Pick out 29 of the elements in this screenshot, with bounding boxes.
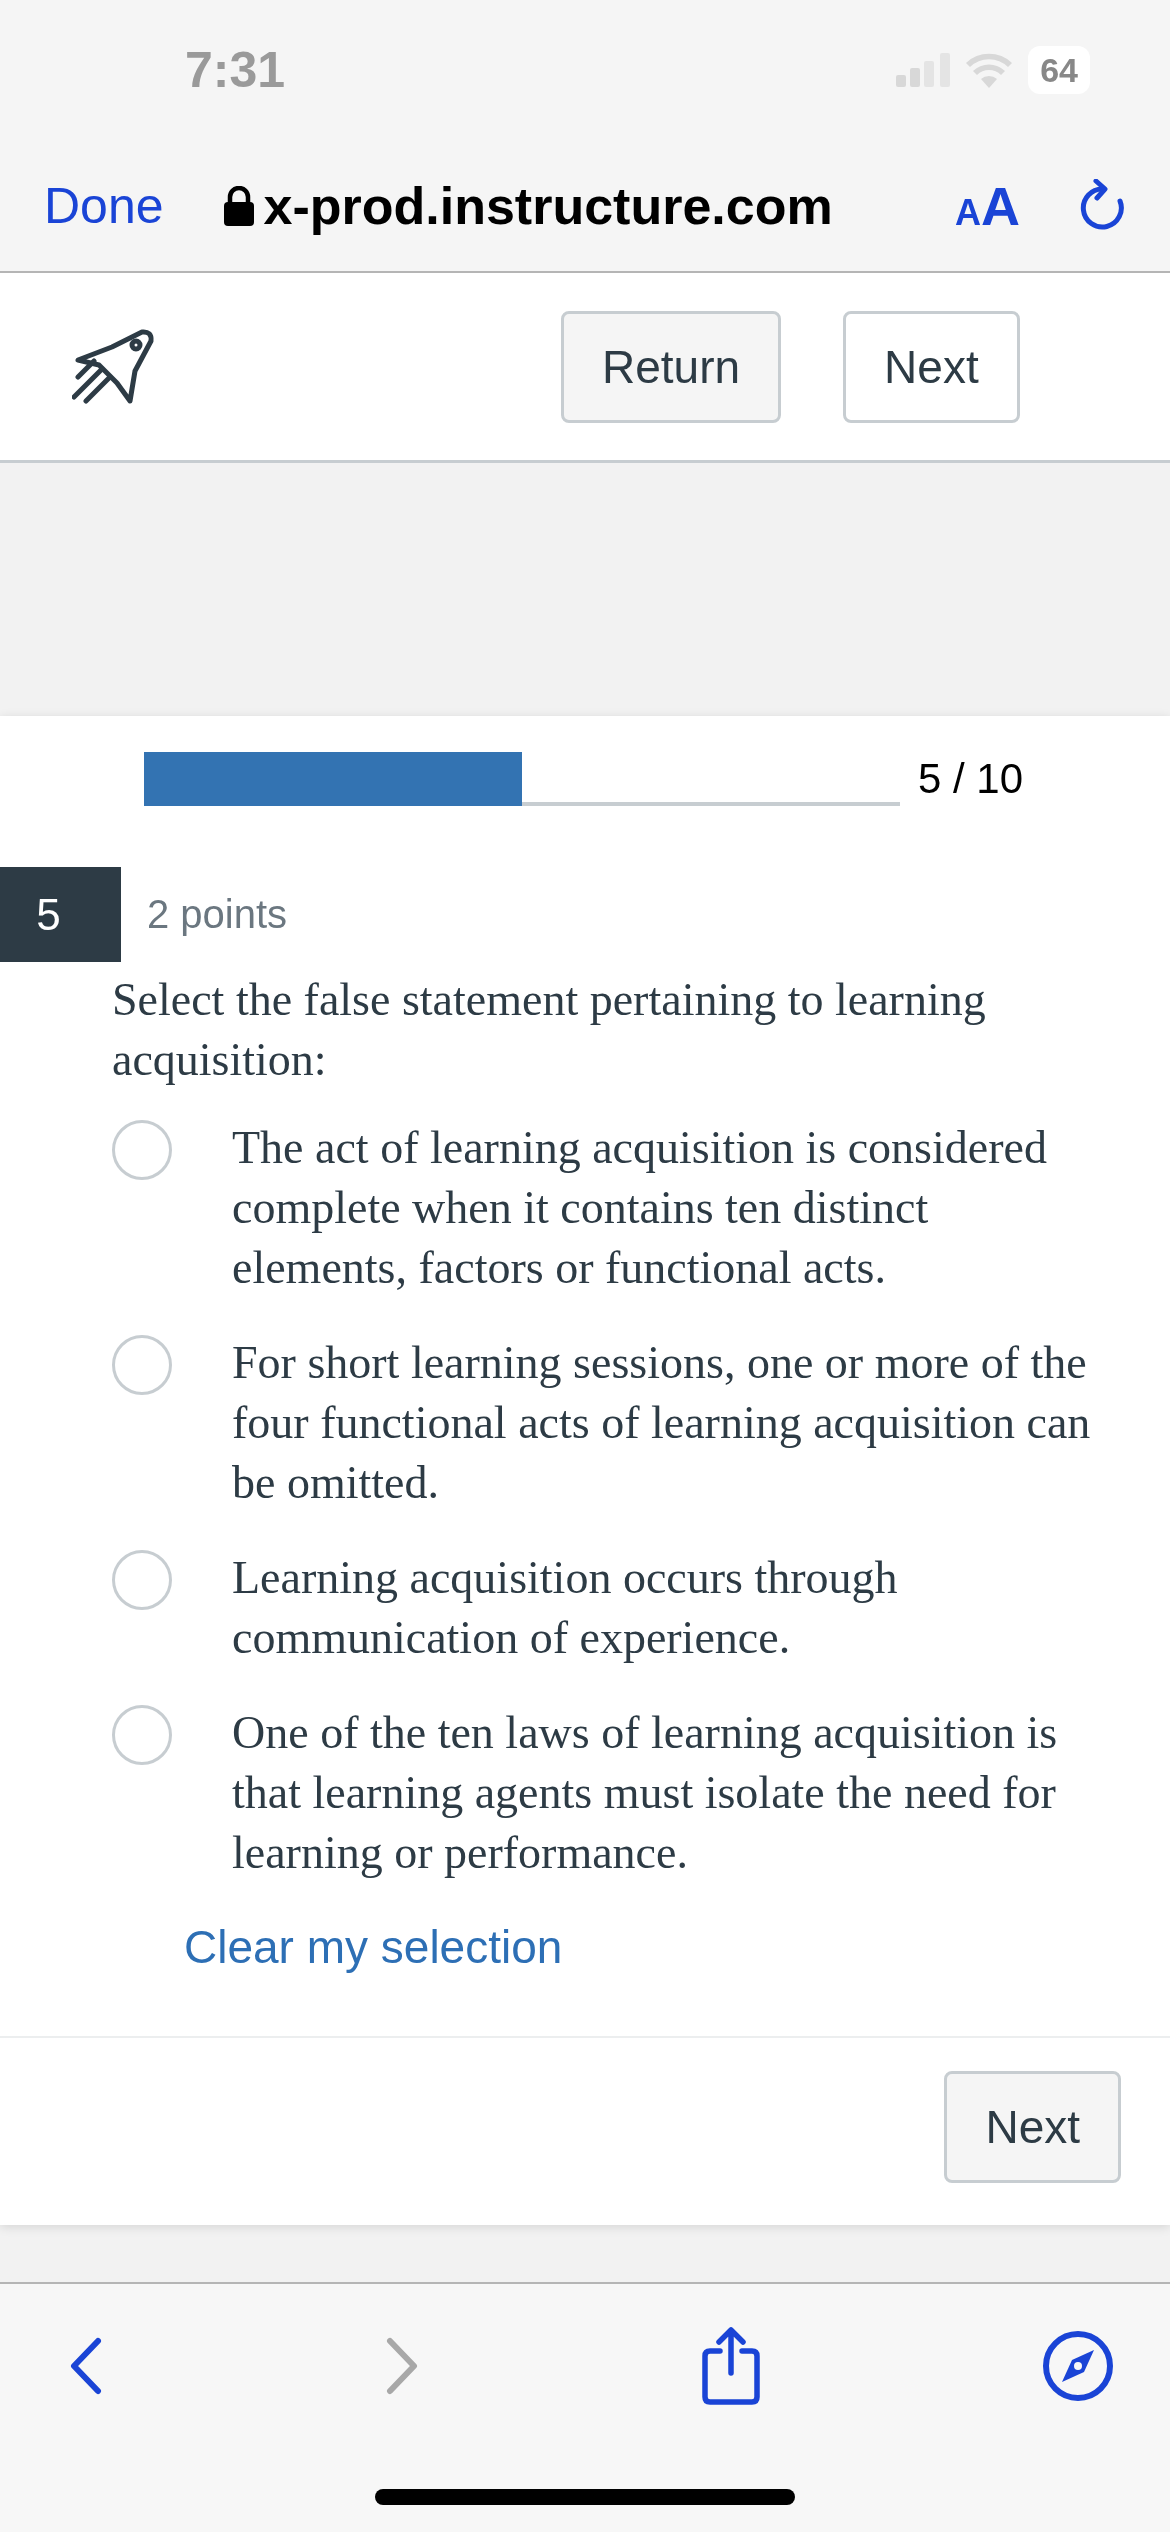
status-time: 7:31 — [185, 41, 286, 99]
radio-button[interactable] — [112, 1550, 172, 1610]
clear-selection-link[interactable]: Clear my selection — [184, 1920, 563, 1974]
answer-text: The act of learning acquisition is considered complete when it contains ten distinct elements, factors or functional acts. — [232, 1121, 1048, 1295]
share-icon[interactable] — [700, 2327, 762, 2405]
text-size-button[interactable]: AA — [955, 174, 1020, 237]
compass-icon[interactable] — [1042, 2330, 1114, 2402]
points-text: 2 points — [147, 892, 288, 937]
back-icon[interactable] — [68, 2337, 104, 2395]
answer-text: For short learning sessions, one or more of the four functional acts of learning acquisition can be omitted. — [232, 1336, 1092, 1510]
radio-button[interactable] — [112, 1705, 172, 1765]
progress-text: 5 / 10 — [918, 755, 1024, 803]
rocket-icon[interactable] — [72, 326, 156, 407]
battery-level: 64 — [1028, 46, 1090, 94]
answer-text: One of the ten laws of learning acquisition is that learning agents must isolate the need for learning or performance. — [232, 1706, 1059, 1880]
answer-text: Learning acquisition occurs through communication of experience. — [232, 1551, 899, 1665]
return-button[interactable]: Return — [561, 310, 782, 423]
question-text: Select the false statement pertaining to learning acquisition: — [112, 973, 987, 1087]
radio-button[interactable] — [112, 1335, 172, 1395]
next-button[interactable]: Next — [843, 310, 1020, 423]
url-text[interactable]: x-prod.instructure.com — [263, 175, 833, 236]
next-button[interactable]: Next — [944, 2071, 1121, 2183]
lock-icon — [223, 185, 254, 226]
wifi-icon — [964, 52, 1015, 88]
reload-icon[interactable] — [1080, 178, 1126, 233]
done-button[interactable]: Done — [44, 176, 164, 235]
signal-icon — [896, 53, 951, 87]
radio-button[interactable] — [112, 1120, 172, 1180]
question-number: 5 — [0, 867, 121, 962]
